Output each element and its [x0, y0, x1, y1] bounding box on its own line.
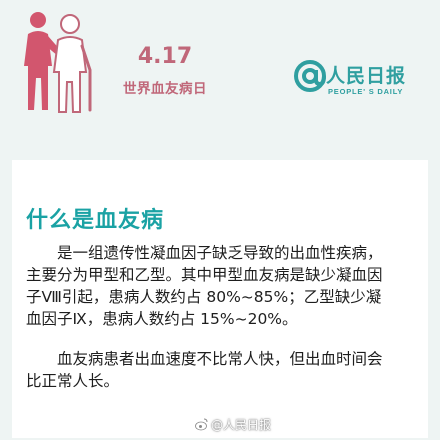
watermark-text: @人民日报: [211, 418, 272, 432]
event-name: 世界血友病日: [123, 81, 207, 97]
peoples-daily-logo: 人民日报 PEOPLE' S DAILY: [292, 58, 432, 98]
two-people-illustration: [24, 12, 92, 113]
at-sign-logo-icon: [294, 60, 326, 92]
header: 4.17 世界血友病日 人民日报 PEOPLE' S DAILY: [0, 0, 440, 125]
content-card: 什么是血友病 是一组遗传性凝血因子缺乏导致的出血性疾病，主要分为甲型和乙型。其中…: [12, 160, 428, 438]
paragraph: 血友病患者出血速度不比常人快，但出血时间会比正常人长。: [26, 350, 383, 390]
card-title: 什么是血友病: [26, 208, 165, 233]
weibo-icon: [195, 418, 208, 431]
event-date: 4.17: [137, 44, 193, 69]
paragraph: 是一组遗传性凝血因子缺乏导致的出血性疾病，主要分为甲型和乙型。其中甲型血友病是缺…: [26, 244, 383, 328]
brand-name: 人民日报: [326, 65, 407, 87]
brand-english: PEOPLE' S DAILY: [328, 87, 404, 96]
